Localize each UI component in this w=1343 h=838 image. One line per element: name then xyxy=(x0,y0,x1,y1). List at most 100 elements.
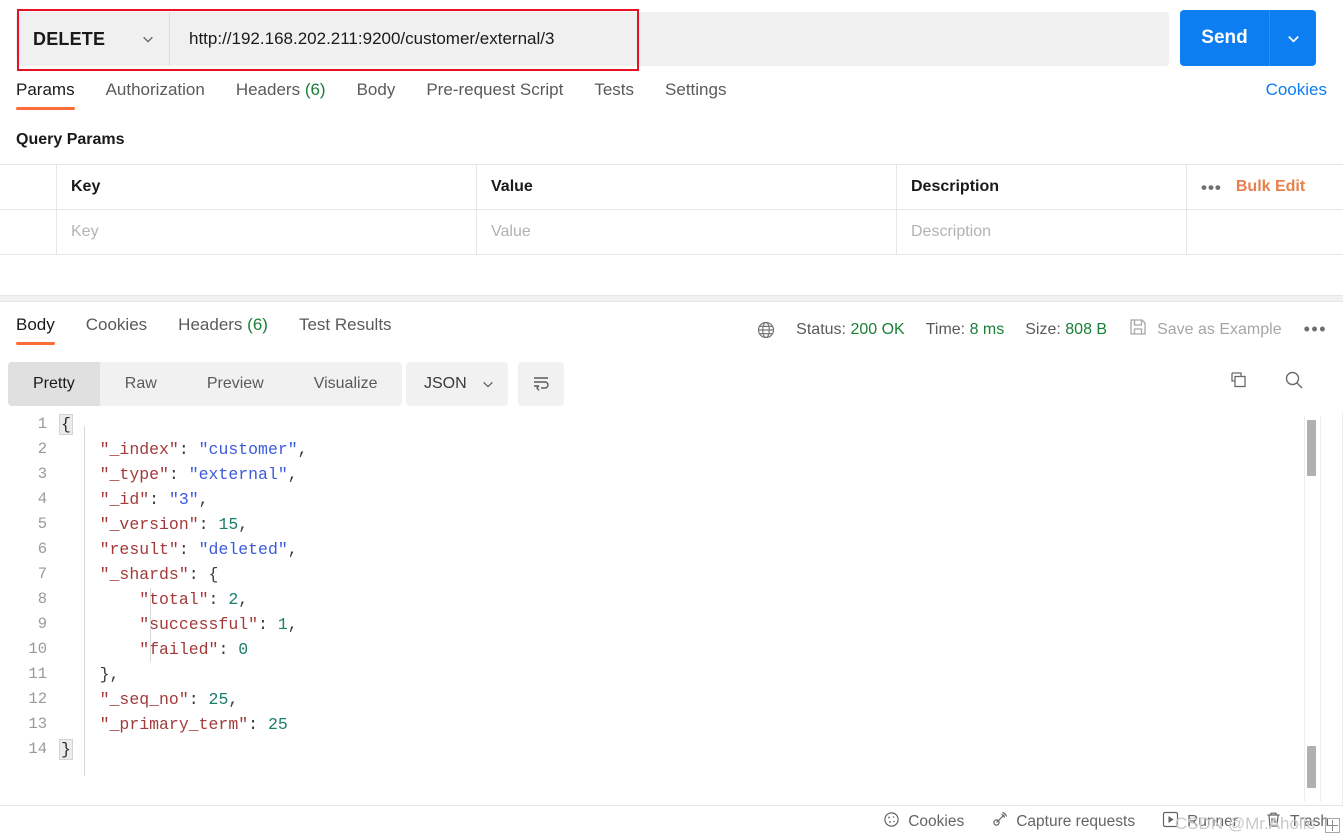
response-tab-cookies[interactable]: Cookies xyxy=(86,315,147,345)
code-text: "_id": "3", xyxy=(60,487,209,512)
row-actions-cell xyxy=(1187,210,1343,254)
tab-headers[interactable]: Headers (6) xyxy=(236,80,326,110)
time-badge: Time: 8 ms xyxy=(926,321,1005,339)
code-token-pun: : xyxy=(198,515,219,534)
size-label: Size: xyxy=(1025,320,1061,338)
code-token-pun: , xyxy=(238,515,249,534)
row-checkbox-cell[interactable] xyxy=(0,210,57,254)
status-label: Status: xyxy=(796,320,846,338)
tab-params[interactable]: Params xyxy=(16,80,75,110)
status-bar-runner[interactable]: Runner xyxy=(1162,811,1238,833)
code-token-key: "result" xyxy=(99,540,179,559)
status-bar-trash[interactable]: Trash xyxy=(1265,811,1329,833)
code-token-key: "_index" xyxy=(99,440,179,459)
code-token-pun: , xyxy=(287,465,298,484)
satellite-icon xyxy=(991,811,1008,833)
line-number: 7 xyxy=(37,565,47,583)
code-fold-marker[interactable]: { xyxy=(59,414,73,435)
format-visualize[interactable]: Visualize xyxy=(289,362,403,406)
request-url-row: DELETE http://192.168.202.211:9200/custo… xyxy=(0,0,1343,78)
code-line: 6 "result": "deleted", xyxy=(0,537,1342,562)
tab-params-label: Params xyxy=(16,80,75,99)
code-token-num: 25 xyxy=(208,690,229,709)
http-method-dropdown[interactable]: DELETE xyxy=(16,12,170,66)
code-token-pun: : xyxy=(149,490,169,509)
globe-icon xyxy=(756,320,776,340)
param-value-input[interactable]: Value xyxy=(477,210,897,254)
code-token-pun xyxy=(60,715,100,734)
response-body-viewer[interactable]: 1{2 "_index": "customer", 3 "_type": "ext… xyxy=(0,412,1343,805)
code-text: } xyxy=(59,737,73,762)
send-options-chevron-icon[interactable] xyxy=(1270,10,1316,66)
status-bar-capture-requests[interactable]: Capture requests xyxy=(991,811,1135,833)
scrollbar-thumb-bottom[interactable] xyxy=(1307,746,1316,788)
bulk-edit-button[interactable]: Bulk Edit xyxy=(1236,178,1305,196)
more-options-icon[interactable]: ••• xyxy=(1201,179,1222,196)
response-meta: Status: 200 OK Time: 8 ms Size: 808 B Sa… xyxy=(756,317,1327,342)
param-key-input[interactable]: Key xyxy=(57,210,477,254)
resize-grip-icon[interactable] xyxy=(1325,818,1340,833)
chevron-down-icon xyxy=(481,377,495,391)
indent-guide xyxy=(150,588,151,662)
header-value: Value xyxy=(477,165,897,209)
line-number: 6 xyxy=(37,540,47,558)
language-select[interactable]: JSON xyxy=(406,362,508,406)
code-token-str: "deleted" xyxy=(198,540,288,559)
search-icon[interactable] xyxy=(1283,369,1305,396)
code-token-str: "external" xyxy=(188,465,288,484)
format-preview[interactable]: Preview xyxy=(182,362,289,406)
code-text: "_type": "external", xyxy=(60,462,298,487)
status-bar-cookies[interactable]: Cookies xyxy=(883,811,964,833)
tab-body[interactable]: Body xyxy=(357,80,396,110)
format-segmented-control: Pretty Raw Preview Visualize xyxy=(8,362,403,406)
header-actions-cell: ••• Bulk Edit xyxy=(1187,165,1343,209)
response-scrollbar-track[interactable] xyxy=(1304,416,1321,802)
language-select-value: JSON xyxy=(424,375,467,392)
response-tab-test-results[interactable]: Test Results xyxy=(299,315,392,345)
code-token-pun: : xyxy=(208,590,229,609)
save-as-example-button[interactable]: Save as Example xyxy=(1128,317,1282,342)
format-raw[interactable]: Raw xyxy=(100,362,182,406)
tab-settings[interactable]: Settings xyxy=(665,80,726,110)
code-text: "successful": 1, xyxy=(60,612,297,637)
code-token-str: "3" xyxy=(168,490,199,509)
code-token-pun: } xyxy=(99,665,110,684)
panel-divider[interactable] xyxy=(0,295,1343,302)
code-fold-marker[interactable]: } xyxy=(59,739,73,760)
param-description-input[interactable]: Description xyxy=(897,210,1187,254)
word-wrap-button[interactable] xyxy=(518,362,564,406)
send-button[interactable]: Send xyxy=(1180,10,1270,66)
trash-icon xyxy=(1265,811,1282,833)
response-tab-headers[interactable]: Headers (6) xyxy=(178,315,268,345)
response-more-options-icon[interactable]: ••• xyxy=(1304,319,1327,340)
format-pretty[interactable]: Pretty xyxy=(8,362,100,406)
word-wrap-icon xyxy=(530,371,552,398)
response-tab-test-results-label: Test Results xyxy=(298,315,392,334)
status-bar: Cookies Capture requests Runner Trash xyxy=(0,805,1343,838)
code-text: "total": 2, xyxy=(60,587,248,612)
scrollbar-thumb-top[interactable] xyxy=(1307,420,1316,476)
tab-authorization-label: Authorization xyxy=(105,80,205,99)
code-token-num: 1 xyxy=(277,615,288,634)
code-token-num: 15 xyxy=(218,515,239,534)
tab-pre-request-script-label: Pre-request Script xyxy=(426,80,564,99)
indent-guide xyxy=(84,426,85,776)
request-tabs: Params Authorization Headers (6) Body Pr… xyxy=(0,80,1343,122)
tab-authorization[interactable]: Authorization xyxy=(106,80,205,110)
tab-tests[interactable]: Tests xyxy=(594,80,634,110)
tab-body-label: Body xyxy=(356,80,396,99)
url-input[interactable]: http://192.168.202.211:9200/customer/ext… xyxy=(170,29,554,49)
line-number: 1 xyxy=(37,415,47,433)
request-cookies-link[interactable]: Cookies xyxy=(1266,80,1327,100)
code-token-pun xyxy=(60,490,100,509)
code-token-key: "_primary_term" xyxy=(99,715,249,734)
status-bar-capture-requests-label: Capture requests xyxy=(1016,813,1136,830)
code-token-pun xyxy=(60,640,139,659)
response-tab-body[interactable]: Body xyxy=(16,315,55,345)
code-token-pun: : xyxy=(168,465,189,484)
query-params-heading: Query Params xyxy=(16,131,125,148)
size-value: 808 B xyxy=(1065,320,1108,338)
tab-pre-request-script[interactable]: Pre-request Script xyxy=(426,80,563,110)
code-text: "result": "deleted", xyxy=(60,537,298,562)
copy-icon[interactable] xyxy=(1228,369,1250,396)
